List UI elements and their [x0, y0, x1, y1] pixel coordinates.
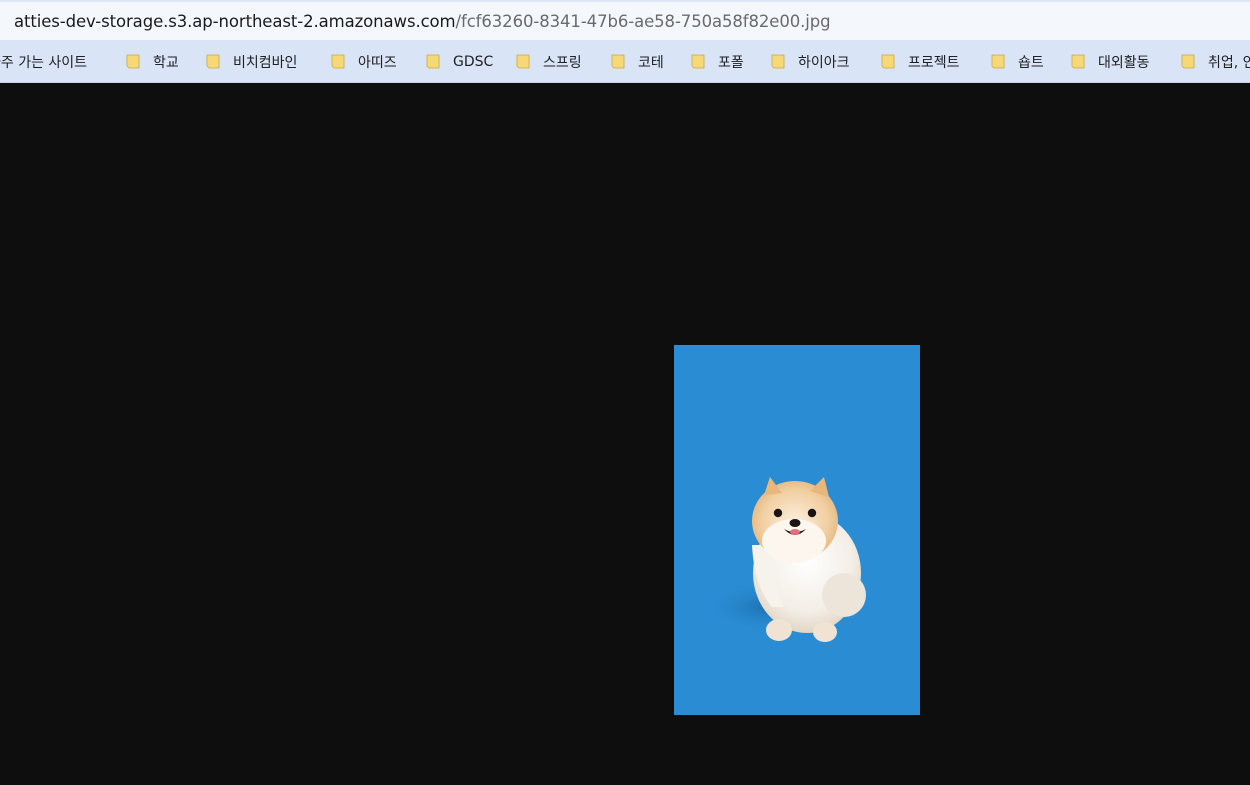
bookmark-label: 학교: [153, 54, 179, 71]
dog-illustration: [699, 477, 866, 642]
bookmark-folder-atties[interactable]: 아띠즈: [330, 40, 397, 82]
folder-icon: [516, 54, 530, 69]
bookmark-label: GDSC: [453, 53, 494, 70]
bookmark-folder-spring[interactable]: 스프링: [515, 40, 582, 82]
folder-icon: [1071, 54, 1085, 69]
folder-icon: [1181, 54, 1195, 69]
bookmark-folder-gdsc[interactable]: GDSC: [425, 40, 494, 82]
folder-icon: [991, 54, 1005, 69]
url-host: atties-dev-storage.s3.ap-northeast-2.ama…: [14, 11, 456, 31]
bookmarks-bar: 자주 가는 사이트 학교 비치컴바인 아띠즈 GDSC 스프링 코테 포폴 하이…: [0, 40, 1250, 83]
bookmark-folder-jobs[interactable]: 취업, 인: [1180, 40, 1250, 82]
bookmark-folder-coding-test[interactable]: 코테: [610, 40, 664, 82]
bookmark-label: 취업, 인: [1208, 54, 1250, 71]
folder-icon: [331, 54, 345, 69]
address-bar[interactable]: atties-dev-storage.s3.ap-northeast-2.ama…: [0, 0, 1250, 40]
folder-icon: [426, 54, 440, 69]
pomeranian-dog-photo[interactable]: [674, 345, 920, 715]
folder-icon: [881, 54, 895, 69]
bookmark-label: 코테: [638, 54, 664, 71]
bookmark-label: 아띠즈: [358, 54, 397, 71]
bookmark-label: 숍트: [1018, 54, 1044, 71]
folder-icon: [611, 54, 625, 69]
folder-icon: [691, 54, 705, 69]
bookmark-label: 대외활동: [1098, 54, 1150, 71]
bookmark-folder-activities[interactable]: 대외활동: [1070, 40, 1150, 82]
bookmark-label: 하이아크: [798, 54, 850, 71]
bookmark-label: 비치컴바인: [233, 54, 298, 71]
bookmark-folder-projects[interactable]: 프로젝트: [880, 40, 960, 82]
bookmark-folder-portfolio[interactable]: 포폴: [690, 40, 744, 82]
bookmark-folder-hiarc[interactable]: 하이아크: [770, 40, 850, 82]
bookmark-folder-shopt[interactable]: 숍트: [990, 40, 1044, 82]
bookmark-label: 프로젝트: [908, 54, 960, 71]
bookmark-label: 포폴: [718, 54, 744, 71]
image-viewer: [0, 84, 1250, 785]
bookmark-folder-school[interactable]: 학교: [125, 40, 179, 82]
folder-icon: [771, 54, 785, 69]
bookmark-label: 스프링: [543, 54, 582, 71]
bookmark-folder-beachcombine[interactable]: 비치컴바인: [205, 40, 298, 82]
bookmark-label: 자주 가는 사이트: [0, 54, 88, 71]
url-path: /fcf63260-8341-47b6-ae58-750a58f82e00.jp…: [455, 11, 831, 31]
folder-icon: [206, 54, 220, 69]
bookmark-frequent-sites[interactable]: 자주 가는 사이트: [0, 40, 88, 82]
folder-icon: [126, 54, 140, 69]
